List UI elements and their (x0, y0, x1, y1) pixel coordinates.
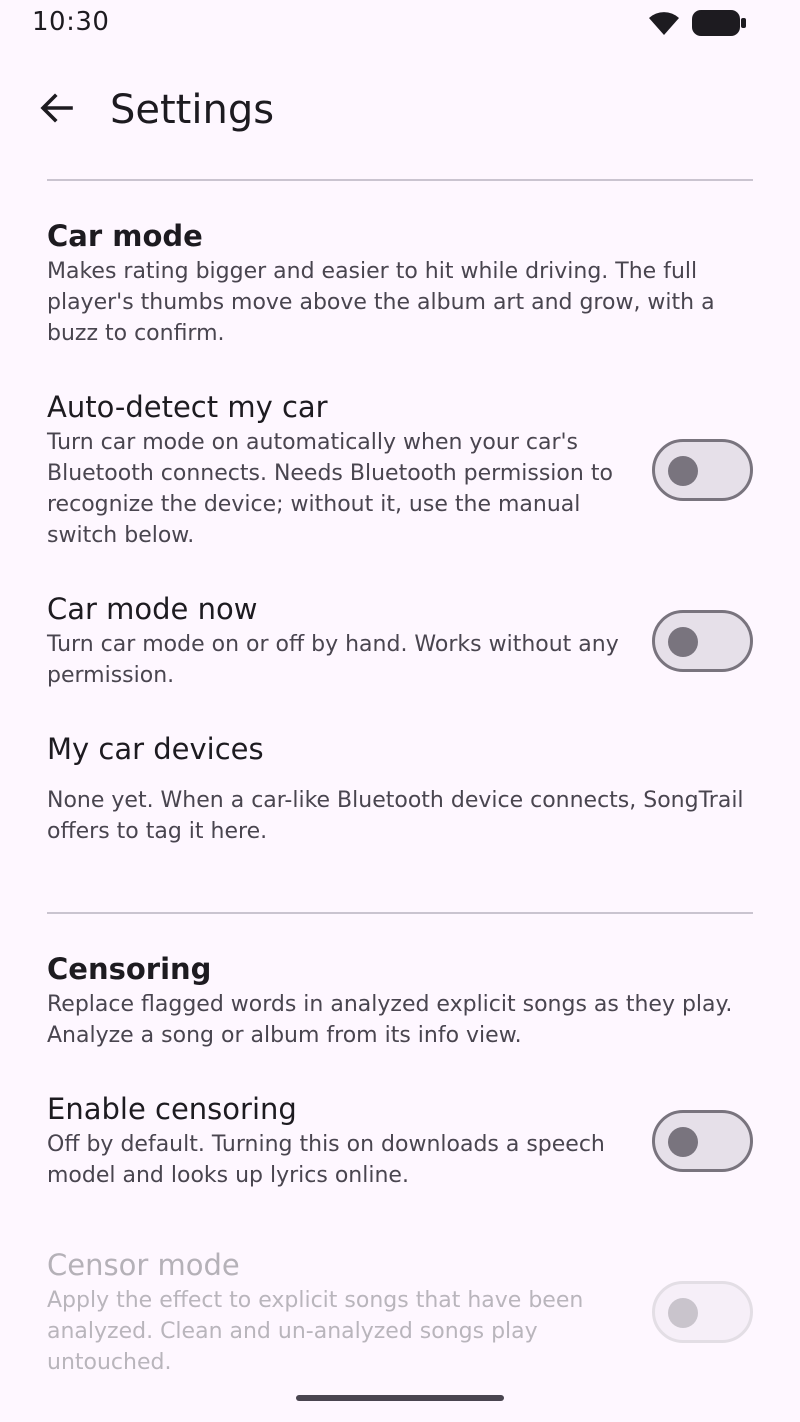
setting-description: None yet. When a car-like Bluetooth devi… (47, 788, 744, 844)
switch-thumb (668, 627, 698, 657)
setting-title: My car devices (47, 732, 264, 766)
setting-description: Off by default. Turning this on download… (47, 1132, 605, 1188)
battery-icon (692, 10, 746, 36)
section-title: Censoring (47, 952, 212, 986)
section-title: Car mode (47, 219, 203, 253)
back-button[interactable] (26, 80, 86, 140)
status-bar: 10:30 (0, 0, 800, 48)
setting-title: Enable censoring (47, 1092, 297, 1126)
status-time: 10:30 (32, 7, 110, 37)
section-description: Makes rating bigger and easier to hit wh… (47, 259, 715, 346)
status-icons (648, 10, 746, 36)
switch-thumb (668, 1127, 698, 1157)
gesture-nav-handle[interactable] (296, 1395, 504, 1401)
page-title: Settings (110, 87, 275, 133)
censor-mode-switch (652, 1281, 753, 1343)
setting-title: Auto-detect my car (47, 390, 328, 424)
section-car-mode: Car mode Makes rating bigger and easier … (47, 218, 753, 349)
setting-description: Turn car mode on or off by hand. Works w… (47, 632, 619, 688)
top-app-bar: Settings (0, 70, 800, 150)
section-censoring: Censoring Replace flagged words in analy… (47, 951, 753, 1051)
divider (47, 912, 753, 914)
auto-detect-car-switch[interactable] (652, 439, 753, 501)
divider (47, 179, 753, 181)
enable-censoring-switch[interactable] (652, 1110, 753, 1172)
setting-car-mode-now[interactable]: Car mode now Turn car mode on or off by … (47, 591, 627, 691)
setting-my-car-devices[interactable]: My car devices None yet. When a car-like… (47, 731, 753, 847)
setting-title: Car mode now (47, 592, 258, 626)
setting-title: Censor mode (47, 1248, 240, 1282)
setting-enable-censoring[interactable]: Enable censoring Off by default. Turning… (47, 1091, 622, 1191)
setting-description: Apply the effect to explicit songs that … (47, 1288, 584, 1375)
switch-thumb (668, 456, 698, 486)
section-description: Replace flagged words in analyzed explic… (47, 992, 733, 1048)
setting-censor-mode: Censor mode Apply the effect to explicit… (47, 1247, 607, 1378)
switch-thumb (668, 1298, 698, 1328)
settings-screen: 10:30 Settings Car mode Makes rating big… (0, 0, 800, 1422)
setting-description: Turn car mode on automatically when your… (47, 430, 613, 548)
arrow-back-icon (38, 90, 74, 130)
wifi-icon (648, 10, 680, 36)
setting-auto-detect-car[interactable]: Auto-detect my car Turn car mode on auto… (47, 389, 622, 551)
car-mode-now-switch[interactable] (652, 610, 753, 672)
